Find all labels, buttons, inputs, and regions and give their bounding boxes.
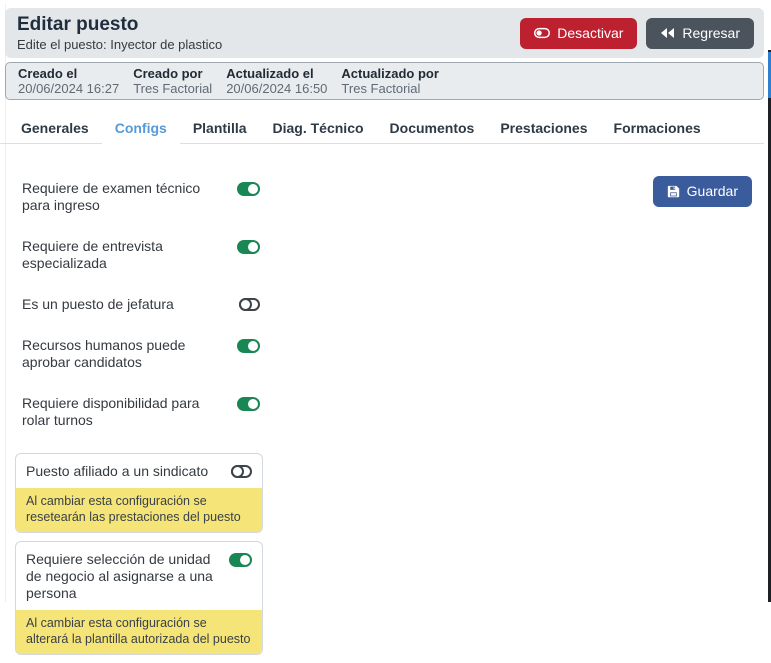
toggle-row: Requiere de examen técnico para ingreso	[22, 180, 260, 214]
toggle-warning: Al cambiar esta configuración se alterar…	[16, 610, 262, 654]
page-subtitle: Edite el puesto: Inyector de plastico	[17, 36, 223, 52]
rewind-icon	[660, 27, 675, 39]
toggle-switch-on[interactable]	[237, 182, 260, 196]
toggle-switch-on[interactable]	[237, 397, 260, 411]
tab-documentos[interactable]: Documentos	[377, 112, 488, 144]
toggle-off-icon	[534, 27, 551, 39]
toggle-row: Requiere selección de unidad de negocio …	[16, 542, 262, 610]
toggle-row: Recursos humanos puede aprobar candidato…	[22, 337, 260, 371]
back-label: Regresar	[682, 24, 740, 41]
meta-label: Creado por	[133, 66, 203, 81]
toggle-switch-off[interactable]	[231, 465, 252, 478]
toggle-row: Requiere disponibilidad para rolar turno…	[22, 395, 260, 429]
toggle-switch-on[interactable]	[229, 553, 252, 567]
toggle-label: Puesto afiliado a un sindicato	[26, 463, 209, 479]
meta-value: 20/06/2024 16:27	[18, 81, 120, 96]
tab-prestaciones[interactable]: Prestaciones	[487, 112, 600, 144]
page-title: Editar puesto	[17, 13, 139, 35]
save-button[interactable]: Guardar	[652, 176, 752, 207]
toggle-label: Requiere selección de unidad de negocio …	[26, 551, 213, 601]
meta-value: Tres Factorial	[133, 81, 213, 96]
metadata-bar: Creado el 20/06/2024 16:27 Creado por Tr…	[5, 62, 764, 100]
toggle-switch-on[interactable]	[237, 240, 260, 254]
toggle-warning: Al cambiar esta configuración se resetea…	[16, 488, 262, 532]
tab-configs[interactable]: Configs	[101, 112, 180, 144]
tab-plantilla[interactable]: Plantilla	[180, 112, 260, 144]
toggle-label: Requiere disponibilidad para rolar turno…	[22, 395, 200, 428]
page-header: Editar puesto Edite el puesto: Inyector …	[5, 8, 764, 58]
toggle-list: Requiere de examen técnico para ingreso …	[15, 143, 265, 663]
toggle-label: Es un puesto de jefatura	[22, 296, 174, 312]
save-label: Guardar	[686, 183, 738, 199]
tab-generales[interactable]: Generales	[8, 112, 102, 144]
toggle-card: Puesto afiliado a un sindicato Al cambia…	[15, 453, 263, 533]
toggle-label: Recursos humanos puede aprobar candidato…	[22, 337, 186, 370]
toggle-row: Es un puesto de jefatura	[22, 296, 260, 313]
deactivate-button[interactable]: Desactivar	[520, 17, 638, 49]
meta-item: Creado el 20/06/2024 16:27	[18, 66, 120, 96]
meta-label: Creado el	[18, 66, 78, 81]
header-buttons: Desactivar Regresar	[520, 17, 754, 49]
toggle-switch-on[interactable]	[237, 339, 260, 353]
meta-item: Actualizado por Tres Factorial	[341, 66, 439, 96]
toggle-switch-off[interactable]	[239, 298, 260, 311]
toggle-row: Requiere de entrevista especializada	[22, 238, 260, 272]
meta-value: Tres Factorial	[341, 81, 421, 96]
save-icon	[667, 185, 680, 198]
meta-label: Actualizado por	[341, 66, 439, 81]
page-header-titles: Editar puesto Edite el puesto: Inyector …	[17, 14, 222, 53]
toggle-label: Requiere de examen técnico para ingreso	[22, 180, 201, 213]
toggle-card: Requiere selección de unidad de negocio …	[15, 541, 263, 655]
tab-bar: Generales Configs Plantilla Diag. Técnico Do…	[0, 112, 764, 144]
back-button[interactable]: Regresar	[646, 17, 754, 49]
deactivate-label: Desactivar	[557, 24, 624, 41]
toggle-label: Requiere de entrevista especializada	[22, 238, 163, 271]
tab-formaciones[interactable]: Formaciones	[601, 112, 714, 144]
meta-value: 20/06/2024 16:50	[226, 81, 328, 96]
meta-label: Actualizado el	[226, 66, 314, 81]
meta-item: Actualizado el 20/06/2024 16:50	[226, 66, 328, 96]
meta-item: Creado por Tres Factorial	[133, 66, 213, 96]
tab-diag-t-cnico[interactable]: Diag. Técnico	[260, 112, 377, 144]
toggle-row: Puesto afiliado a un sindicato	[16, 454, 262, 488]
